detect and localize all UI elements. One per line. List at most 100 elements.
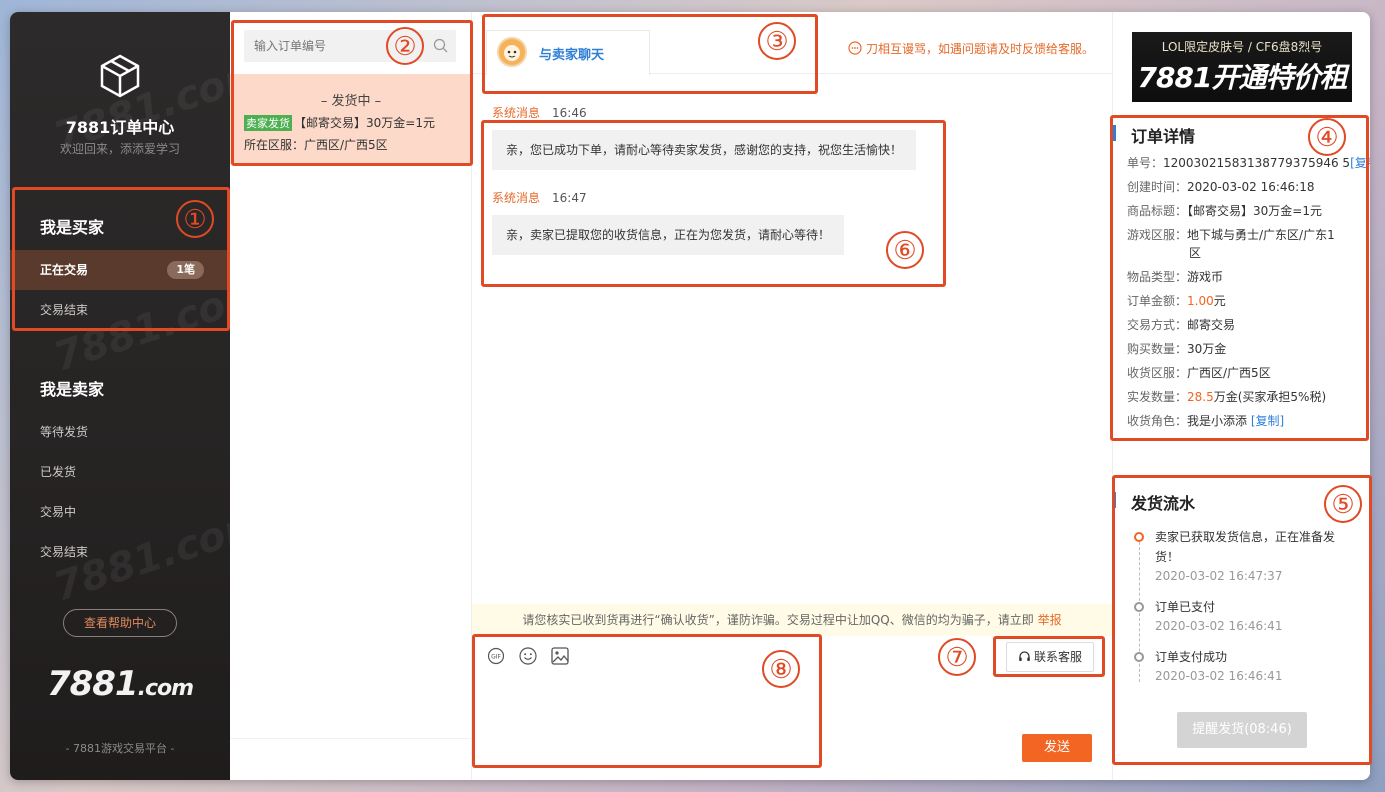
- copy-role-link[interactable]: [复制]: [1251, 414, 1284, 428]
- chat-panel: 与卖家聊天 刀相互谩骂，如遇问题请及时反馈给客服。 系统消息 16:46 亲，您已…: [472, 12, 1112, 780]
- order-server: 所在区服：广西区/广西5区: [244, 138, 388, 152]
- nav-buyer-finished[interactable]: 交易结束: [10, 290, 230, 330]
- detail-item-type: 物品类型：游戏币: [1127, 268, 1223, 285]
- detail-key: 商品标题：: [1127, 204, 1188, 218]
- detail-amount: 订单金额：1.00元: [1127, 292, 1226, 309]
- order-detail-title: 订单详情: [1131, 127, 1196, 146]
- detail-quantity: 购买数量：30万金: [1127, 340, 1226, 357]
- message-bubble: 亲，您已成功下单，请耐心等待卖家发货，感谢您的支持，祝您生活愉快！: [492, 130, 917, 170]
- detail-trade-mode: 交易方式：邮寄交易: [1127, 316, 1235, 333]
- detail-value: 12003021583138779375946 5: [1163, 156, 1351, 170]
- detail-key: 游戏区服：: [1127, 228, 1188, 242]
- detail-key: 购买数量：: [1127, 342, 1188, 356]
- detail-suffix: 万金(买家承担5%税): [1213, 390, 1327, 404]
- detail-created: 创建时间：2020-03-02 16:46:18: [1127, 178, 1314, 195]
- message-time: 16:47: [552, 191, 587, 205]
- brand-main: 7881: [46, 664, 139, 704]
- message-meta: 系统消息 16:47: [492, 189, 587, 206]
- tab-chat-with-seller[interactable]: 与卖家聊天: [486, 30, 650, 75]
- seller-section-title: 我是卖家: [40, 380, 105, 399]
- nav-label: 交易中: [40, 505, 77, 519]
- copy-order-no-link[interactable]: [复制]: [1350, 156, 1370, 170]
- title-accent-bar: [1113, 492, 1116, 508]
- ad-banner[interactable]: LOL限定皮肤号 / CF6盘8烈号 7881开通特价租号！: [1132, 32, 1352, 102]
- order-search-input[interactable]: [244, 30, 414, 62]
- detail-value: 游戏币: [1187, 270, 1224, 284]
- detail-value: 广西区/广西5区: [1187, 366, 1271, 380]
- order-search: [244, 30, 456, 62]
- gif-icon[interactable]: GIF: [486, 646, 506, 666]
- image-icon[interactable]: [550, 646, 570, 666]
- timeline-dot-active: [1134, 532, 1144, 542]
- brand-suffix: .com: [137, 676, 194, 701]
- fraud-warning: 请您核实已收到货再进行“确认收货”，谨防诈骗。交易过程中让加QQ、微信的均为骗子…: [472, 604, 1112, 636]
- nav-seller-waiting[interactable]: 等待发货: [10, 412, 230, 452]
- detail-key: 交易方式：: [1127, 318, 1188, 332]
- editor-toolbar: GIF: [486, 646, 582, 666]
- welcome-text: 欢迎回来，添添爱学习: [59, 142, 180, 156]
- detail-key: 物品类型：: [1127, 270, 1188, 284]
- contact-service-button[interactable]: 联系客服: [1006, 642, 1094, 672]
- nav-buyer-trading[interactable]: 正在交易 1笔: [10, 250, 230, 290]
- detail-suffix: 元: [1213, 294, 1226, 308]
- detail-value: 1.00: [1187, 294, 1214, 308]
- flow-time: 2020-03-02 16:47:37: [1155, 569, 1283, 583]
- nav-seller-trading[interactable]: 交易中: [10, 492, 230, 532]
- order-list-panel: – 发货中 – 卖家发货【邮寄交易】30万金=1元 所在区服：广西区/广西5区: [230, 12, 472, 780]
- app-window: 7881.com 7881.com 7881.com 7881订单中心 欢迎回来…: [10, 12, 1370, 780]
- detail-role: 收货角色：我是小添添 [复制]: [1127, 412, 1284, 429]
- nav-seller-finished[interactable]: 交易结束: [10, 532, 230, 572]
- box-logo-icon: [96, 52, 144, 100]
- order-status: – 发货中 –: [320, 94, 382, 109]
- timeline-dot: [1134, 652, 1144, 662]
- timeline-dot: [1134, 602, 1144, 612]
- center-title: 7881订单中心: [65, 118, 175, 137]
- footer-text: - 7881游戏交易平台 -: [65, 742, 175, 755]
- flow-text: 订单已支付: [1155, 600, 1216, 614]
- emoji-icon[interactable]: [518, 646, 538, 666]
- detail-key: 单号：: [1127, 156, 1164, 170]
- chat-header: 与卖家聊天 刀相互谩骂，如遇问题请及时反馈给客服。: [472, 12, 1112, 75]
- help-center-button[interactable]: 查看帮助中心: [63, 609, 177, 637]
- detail-title: 商品标题：【邮寄交易】30万金=1元: [1127, 202, 1322, 219]
- flow-time: 2020-03-02 16:46:41: [1155, 669, 1283, 683]
- nav-label: 正在交易: [40, 263, 89, 277]
- search-icon[interactable]: [433, 38, 448, 53]
- svg-text:GIF: GIF: [491, 654, 501, 661]
- contact-service-label: 联系客服: [1033, 650, 1082, 664]
- message-sender: 系统消息: [492, 191, 541, 205]
- sidebar: 7881.com 7881.com 7881.com 7881订单中心 欢迎回来…: [10, 12, 271, 780]
- send-button[interactable]: 发送: [1022, 734, 1092, 762]
- detail-value: 【邮寄交易】30万金=1元: [1187, 204, 1322, 218]
- brand-logo: 7881.com: [10, 664, 230, 704]
- warning-text: 请您核实已收到货再进行“确认收货”，谨防诈骗。交易过程中让加QQ、微信的均为骗子…: [522, 613, 1034, 627]
- chat-notice: 刀相互谩骂，如遇问题请及时反馈给客服。: [848, 40, 1094, 57]
- detail-key: 收货区服：: [1127, 366, 1188, 380]
- seller-ship-tag: 卖家发货: [244, 115, 292, 131]
- nav-label: 已发货: [40, 465, 77, 479]
- message-bubble: 亲，卖家已提取您的收货信息，正在为您发货，请耐心等待！: [492, 215, 845, 255]
- order-title: 【邮寄交易】30万金=1元: [294, 116, 435, 130]
- detail-value: 我是小添添: [1187, 414, 1248, 428]
- detail-value: 28.5: [1187, 390, 1214, 404]
- report-link[interactable]: 举报: [1038, 613, 1062, 627]
- order-card[interactable]: – 发货中 – 卖家发货 【邮寄交易】30万金=1元 所在区服：广西区/广西5区: [230, 74, 472, 164]
- message-time: 16:46: [552, 106, 587, 120]
- detail-key: 实发数量：: [1127, 390, 1188, 404]
- order-title-line: 卖家发货 【邮寄交易】30万金=1元: [244, 114, 435, 131]
- nav-seller-shipped[interactable]: 已发货: [10, 452, 230, 492]
- order-detail-panel: LOL限定皮肤号 / CF6盘8烈号 7881开通特价租号！ 订单详情 单号：1…: [1112, 12, 1370, 780]
- detail-value: 30万金: [1187, 342, 1227, 356]
- title-accent-bar: [1113, 125, 1116, 141]
- detail-value: 邮寄交易: [1187, 318, 1236, 332]
- headset-icon: [1018, 645, 1031, 673]
- nav-label: 交易结束: [40, 545, 89, 559]
- ad-line-1: LOL限定皮肤号 / CF6盘8烈号: [1161, 40, 1323, 54]
- remind-ship-button[interactable]: 提醒发货(08:46): [1177, 712, 1307, 748]
- detail-key: 创建时间：: [1127, 180, 1188, 194]
- shipping-flow-title: 发货流水: [1131, 494, 1196, 513]
- detail-value: 2020-03-02 16:46:18: [1187, 180, 1315, 194]
- detail-value: 地下城与勇士/广东区/广东1: [1187, 228, 1335, 242]
- message-editor[interactable]: [486, 674, 966, 734]
- detail-game-server: 游戏区服：地下城与勇士/广东区/广东1: [1127, 226, 1335, 243]
